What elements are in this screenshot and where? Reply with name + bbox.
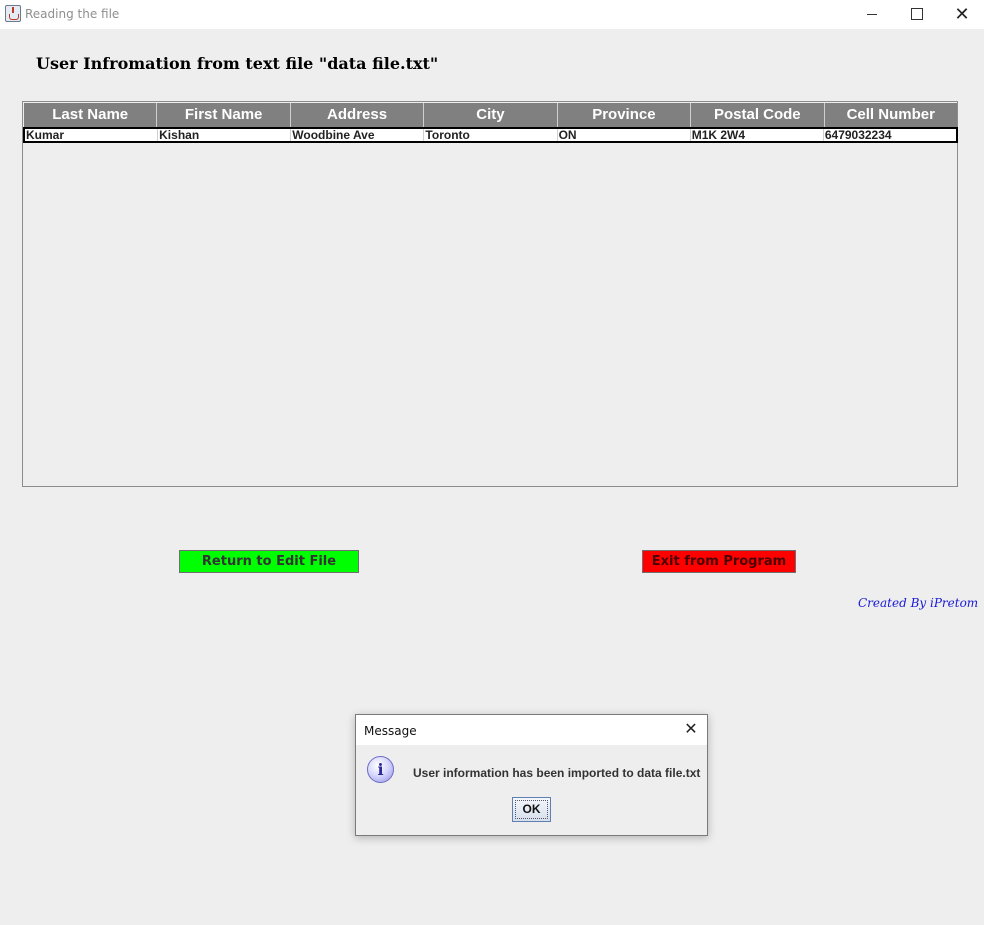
- column-header-province[interactable]: Province: [557, 103, 692, 127]
- cell-first-name[interactable]: Kishan: [158, 129, 292, 141]
- message-dialog: Message ✕ i User information has been im…: [355, 714, 708, 836]
- window-titlebar: Reading the file ✕: [0, 0, 984, 29]
- credit-label: Created By iPretom: [858, 596, 979, 610]
- dialog-message: User information has been imported to da…: [413, 766, 701, 780]
- column-header-city[interactable]: City: [424, 103, 558, 127]
- return-to-edit-button[interactable]: Return to Edit File: [179, 550, 359, 573]
- dialog-titlebar: Message ✕: [356, 715, 707, 745]
- column-header-postal-code[interactable]: Postal Code: [691, 103, 825, 127]
- table-header: Last Name First Name Address City Provin…: [24, 103, 957, 127]
- column-header-first-name[interactable]: First Name: [157, 103, 291, 127]
- java-app-icon: [5, 5, 21, 22]
- dialog-title: Message: [364, 724, 417, 738]
- info-icon: i: [367, 756, 394, 783]
- ok-button[interactable]: OK: [512, 797, 551, 822]
- maximize-button[interactable]: [893, 0, 939, 29]
- cell-province[interactable]: ON: [558, 129, 691, 141]
- cell-last-name[interactable]: Kumar: [25, 129, 159, 141]
- cell-cell-number[interactable]: 6479032234: [824, 129, 956, 141]
- cell-address[interactable]: Woodbine Ave: [291, 129, 425, 141]
- close-window-button[interactable]: ✕: [939, 0, 984, 29]
- window-title: Reading the file: [25, 7, 120, 21]
- table-row[interactable]: Kumar Kishan Woodbine Ave Toronto ON M1K…: [23, 127, 958, 143]
- minimize-button[interactable]: [849, 0, 895, 29]
- cell-postal-code[interactable]: M1K 2W4: [691, 129, 824, 141]
- column-header-cell-number[interactable]: Cell Number: [824, 103, 957, 127]
- page-title: User Infromation from text file "data fi…: [36, 54, 439, 73]
- exit-program-button[interactable]: Exit from Program: [642, 550, 796, 573]
- column-header-address[interactable]: Address: [290, 103, 425, 127]
- dialog-close-icon[interactable]: ✕: [681, 719, 701, 739]
- user-table: Last Name First Name Address City Provin…: [22, 101, 958, 487]
- column-header-last-name[interactable]: Last Name: [24, 103, 158, 127]
- cell-city[interactable]: Toronto: [424, 129, 558, 141]
